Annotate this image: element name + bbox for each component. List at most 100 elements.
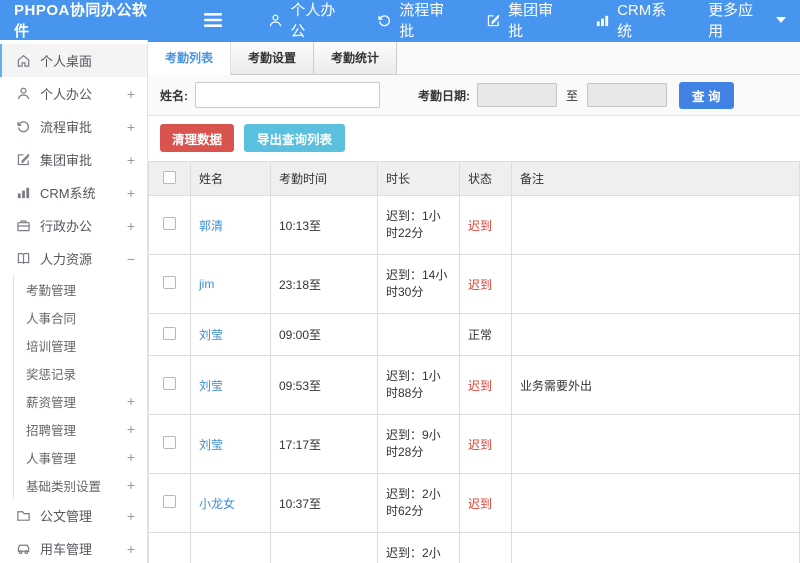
menu-toggle-icon[interactable] (201, 7, 227, 33)
sidebar-item[interactable]: CRM系统 + (0, 176, 147, 209)
home-icon (15, 53, 31, 68)
sidebar-item-label: CRM系统 (40, 186, 96, 201)
row-checkbox[interactable] (163, 436, 176, 449)
note: 业务需要外出 (511, 355, 800, 415)
row-checkbox[interactable] (163, 276, 176, 289)
briefcase-icon (15, 218, 31, 233)
sidebar-item[interactable]: 个人办公 + (0, 77, 147, 110)
top-bar: PHPOA协同办公软件 个人办公 流程审批 集团审批 CRM系统 更多应用 (0, 0, 800, 40)
table-row: 刘莹 09:00至 正常 (148, 313, 800, 356)
sidebar-subitem-label: 人事管理 (26, 451, 77, 466)
expand-toggle-icon[interactable]: + (127, 477, 135, 493)
column-header-note: 备注 (511, 161, 800, 196)
employee-name-link[interactable]: jim (199, 277, 214, 291)
top-nav-item[interactable]: 个人办公 (254, 0, 363, 40)
sidebar-item[interactable]: 人力资源 − (0, 242, 147, 275)
edit-icon (15, 152, 31, 167)
table-header-row: 姓名 考勤时间 时长 状态 备注 (148, 161, 800, 196)
attendance-table-body: 郭清 10:13至 迟到：1小时22分 迟到 jim 23:18至 迟到：14小时30分 迟到… (148, 195, 800, 563)
table-row: 刘莹 17:17至 迟到：9小时28分 迟到 (148, 414, 800, 474)
tab-attendance-list[interactable]: 考勤列表 (148, 42, 232, 75)
status-badge: 迟到 (468, 277, 493, 292)
sidebar-subitem[interactable]: 人事管理 + (0, 443, 147, 471)
sidebar-subitem[interactable]: 基础类别设置 + (0, 471, 147, 499)
table-row: 小龙女 10:37至 迟到：2小时62分 迟到 (148, 473, 800, 533)
row-checkbox[interactable] (163, 377, 176, 390)
top-nav-label: 流程审批 (399, 2, 445, 40)
sidebar-subitem[interactable]: 人事合同 (0, 303, 147, 331)
expand-toggle-icon[interactable]: + (127, 119, 135, 135)
duration: 迟到：2小时62分 (377, 473, 460, 533)
select-all-checkbox[interactable] (163, 170, 176, 184)
edit-icon (486, 13, 501, 28)
folder-icon (15, 508, 31, 523)
note (511, 195, 800, 255)
sidebar-item[interactable]: 个人桌面 (0, 44, 147, 77)
employee-name-link[interactable]: 郭清 (199, 219, 223, 233)
expand-toggle-icon[interactable]: + (127, 508, 135, 524)
sidebar-item[interactable]: 公文管理 + (0, 499, 147, 532)
column-header-name: 姓名 (190, 161, 271, 196)
sidebar-item-label: 集团审批 (40, 153, 93, 168)
attendance-time: 17:17至 (270, 414, 378, 474)
employee-name-link[interactable]: 刘莹 (199, 379, 223, 393)
top-nav-label: 集团审批 (508, 2, 554, 40)
status-badge: 迟到 (468, 437, 493, 452)
sidebar-subitem-label: 培训管理 (26, 339, 77, 354)
row-checkbox[interactable] (163, 495, 176, 508)
tab-attendance-stats[interactable]: 考勤统计 (314, 42, 398, 75)
sidebar-item[interactable]: 集团审批 + (0, 143, 147, 176)
duration: 迟到：9小时28分 (377, 414, 460, 474)
status-badge: 迟到 (468, 218, 493, 233)
duration: 迟到：14小时30分 (377, 254, 460, 314)
expand-toggle-icon[interactable]: + (127, 152, 135, 168)
column-header-status: 状态 (459, 161, 512, 196)
top-nav-item[interactable]: 集团审批 (472, 0, 581, 40)
status-badge: 正常 (468, 328, 493, 342)
date-to-input[interactable] (587, 83, 668, 107)
flow-icon (15, 119, 31, 134)
name-filter-label: 姓名: (160, 88, 188, 103)
sidebar-item-label: 个人办公 (40, 87, 93, 102)
user-icon (15, 86, 31, 101)
row-checkbox[interactable] (163, 217, 176, 230)
name-filter-input[interactable] (195, 82, 380, 108)
clean-data-button[interactable]: 清理数据 (160, 124, 235, 152)
sidebar-item[interactable]: 用车管理 + (0, 532, 147, 563)
expand-toggle-icon[interactable]: + (127, 393, 135, 409)
employee-name-link[interactable]: 刘莹 (199, 438, 223, 452)
sidebar-subitem-label: 薪资管理 (26, 395, 77, 410)
date-from-input[interactable] (477, 83, 557, 107)
expand-toggle-icon[interactable]: + (127, 449, 135, 465)
expand-toggle-icon[interactable]: + (127, 218, 135, 234)
duration: 迟到：2小时90分 早退：7小时10分 (377, 532, 460, 563)
top-nav-item[interactable]: CRM系统 (581, 0, 694, 40)
tab-attendance-settings[interactable]: 考勤设置 (231, 42, 315, 75)
sidebar-subitem[interactable]: 奖惩记录 (0, 359, 147, 387)
row-checkbox[interactable] (163, 326, 176, 340)
note (511, 414, 800, 474)
top-nav-item[interactable]: 流程审批 (363, 0, 472, 40)
sidebar-subitem[interactable]: 考勤管理 (0, 275, 147, 303)
sidebar-subitem[interactable]: 薪资管理 + (0, 387, 147, 415)
sidebar-item[interactable]: 行政办公 + (0, 209, 147, 242)
attendance-time: 09:53至 (270, 355, 378, 415)
expand-toggle-icon[interactable]: − (127, 251, 135, 267)
sidebar-subitem[interactable]: 招聘管理 + (0, 415, 147, 443)
sidebar-item[interactable]: 流程审批 + (0, 110, 147, 143)
export-list-button[interactable]: 导出查询列表 (244, 124, 346, 152)
chart-icon (15, 185, 31, 200)
employee-name-link[interactable]: 小龙女 (199, 497, 235, 511)
filter-bar: 姓名: 考勤日期: 至 查 询 (148, 75, 800, 116)
employee-name-link[interactable]: 刘莹 (199, 328, 223, 342)
expand-toggle-icon[interactable]: + (127, 541, 135, 557)
top-nav-label: CRM系统 (617, 2, 667, 40)
sidebar-item-label: 行政办公 (40, 219, 93, 234)
sidebar-subitem[interactable]: 培训管理 (0, 331, 147, 359)
expand-toggle-icon[interactable]: + (127, 185, 135, 201)
expand-toggle-icon[interactable]: + (127, 421, 135, 437)
top-nav-item[interactable]: 更多应用 (694, 0, 800, 40)
search-button[interactable]: 查 询 (679, 81, 734, 109)
flow-icon (377, 13, 392, 28)
expand-toggle-icon[interactable]: + (127, 86, 135, 102)
